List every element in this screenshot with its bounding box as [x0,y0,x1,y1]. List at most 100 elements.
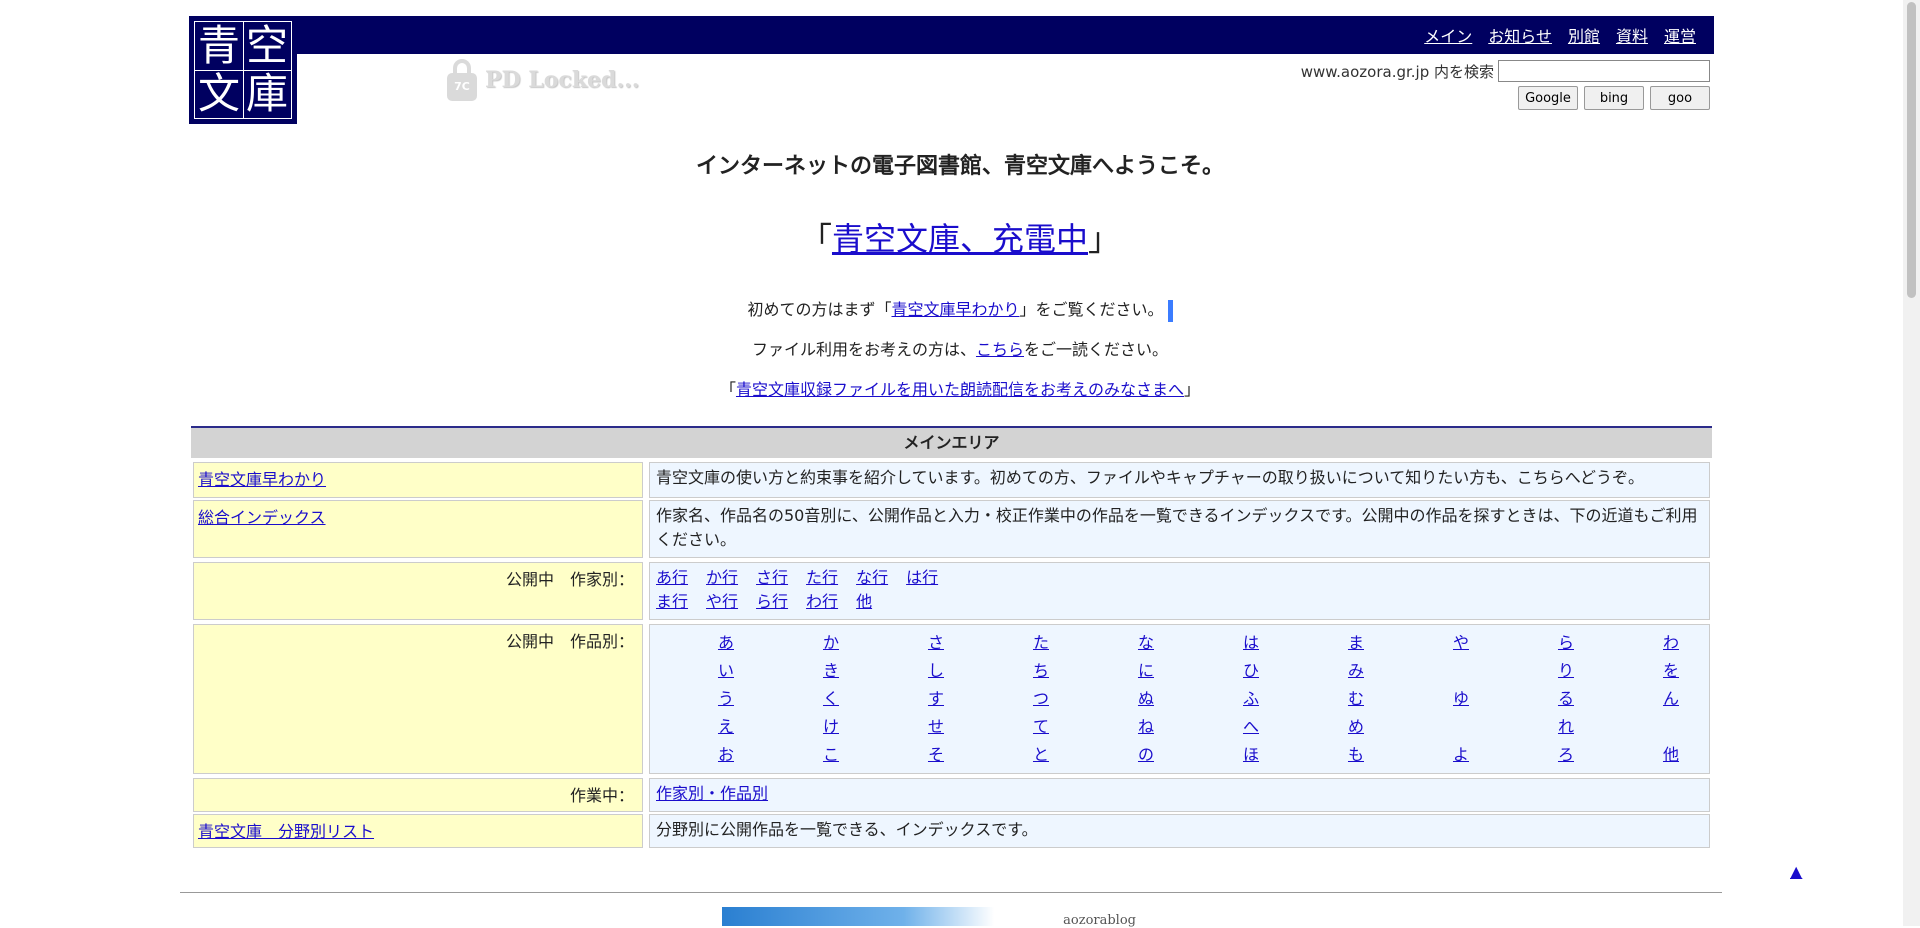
quick-guide-link[interactable]: 青空文庫早わかり [891,300,1019,319]
kana-column: さしすせそ [916,629,956,769]
kana-link[interactable]: ん [1651,685,1691,713]
nav-annex[interactable]: 別館 [1568,23,1600,47]
row-index-desc: 作家名、作品名の50音別に、公開作品と入力・校正作業中の作品を一覧できるインデッ… [649,500,1710,558]
logo-char-ao: 青 [197,21,240,70]
google-search-button[interactable]: Google [1518,86,1578,110]
nav-materials[interactable]: 資料 [1616,23,1648,47]
kana-link[interactable]: お [706,741,746,769]
row-index-link[interactable]: 総合インデックス [198,508,326,527]
kana-link[interactable]: か [811,629,851,657]
kana-link[interactable]: に [1126,657,1166,685]
kana-link[interactable]: ほ [1231,741,1271,769]
main-area-title: メインエリア [191,426,1712,458]
category-list-link[interactable]: 青空文庫 分野別リスト [198,822,374,841]
kana-link[interactable]: ち [1021,657,1061,685]
kana-link[interactable]: ま [1336,629,1376,657]
kana-link[interactable]: ひ [1231,657,1271,685]
author-na-row[interactable]: な行 [856,568,888,587]
author-ka-row[interactable]: か行 [706,568,738,587]
kana-link[interactable]: あ [706,629,746,657]
kana-link[interactable]: え [706,713,746,741]
file-use-link[interactable]: こちら [976,340,1024,359]
author-ma-row[interactable]: ま行 [656,592,688,611]
kana-link[interactable]: れ [1546,713,1586,741]
kana-link[interactable]: わ [1651,629,1691,657]
bing-search-button[interactable]: bing [1584,86,1644,110]
welcome-heading: インターネットの電子図書館、青空文庫へようこそ。 [695,154,1224,179]
kana-link[interactable]: こ [811,741,851,769]
kana-link[interactable]: い [706,657,746,685]
kana-link[interactable]: せ [916,713,956,741]
kana-link[interactable]: て [1021,713,1061,741]
kana-link[interactable]: ね [1126,713,1166,741]
pd-locked-badge: 7C PD Locked... [447,59,639,101]
authors-links: あ行 か行 さ行 た行 な行 は行 ま行 や行 ら行 わ行他 [649,562,1710,620]
intro3-post: 」 [1184,380,1201,399]
logo-char-sora: 空 [245,21,288,70]
category-desc: 分野別に公開作品を一覧できる、インデックスです。 [649,814,1710,848]
kana-link[interactable]: の [1126,741,1166,769]
author-wa-row[interactable]: わ行 [806,592,838,611]
kana-link[interactable]: り [1546,657,1586,685]
top-nav-bar: メイン お知らせ 別館 資料 運営 [297,16,1714,54]
kana-link[interactable]: す [916,685,956,713]
main-row-authors: 公開中 作家別： あ行 か行 さ行 た行 な行 は行 ま行 や行 ら行 わ行他 [191,562,1712,620]
author-sa-row[interactable]: さ行 [756,568,788,587]
works-kana-table: あいうえお かきくけこ さしすせそ たちつてと なにぬねの はひふへほ まみむめも やゆよ らり… [649,624,1710,774]
pd-locked-text: PD Locked... [485,67,640,93]
author-a-row[interactable]: あ行 [656,568,688,587]
kana-link[interactable]: む [1336,685,1376,713]
author-ya-row[interactable]: や行 [706,592,738,611]
kana-link[interactable]: く [811,685,851,713]
page-scrollbar[interactable] [1903,0,1920,926]
kana-link[interactable]: ふ [1231,685,1271,713]
kana-link[interactable]: さ [916,629,956,657]
kana-link[interactable]: し [916,657,956,685]
kana-link[interactable]: 他 [1651,741,1691,769]
kana-column: かきくけこ [811,629,851,769]
kana-empty-cell [1651,713,1691,741]
kana-link[interactable]: そ [916,741,956,769]
goo-search-button[interactable]: goo [1650,86,1710,110]
kana-link[interactable]: み [1336,657,1376,685]
kana-link[interactable]: つ [1021,685,1061,713]
kana-link[interactable]: め [1336,713,1376,741]
kana-column: なにぬねの [1126,629,1166,769]
author-ta-row[interactable]: た行 [806,568,838,587]
search-input[interactable] [1498,60,1710,82]
kana-link[interactable]: け [811,713,851,741]
inprogress-link[interactable]: 作家別・作品別 [656,784,768,803]
charging-link[interactable]: 青空文庫、充電中 [832,220,1088,258]
nav-news[interactable]: お知らせ [1488,23,1552,47]
aozora-logo[interactable]: 青 空 文 庫 [189,16,297,124]
row-quick-guide-link[interactable]: 青空文庫早わかり [198,470,326,489]
kana-link[interactable]: を [1651,657,1691,685]
kana-link[interactable]: ら [1546,629,1586,657]
author-ha-row[interactable]: は行 [906,568,938,587]
kana-link[interactable]: な [1126,629,1166,657]
kana-link[interactable]: う [706,685,746,713]
author-ra-row[interactable]: ら行 [756,592,788,611]
nav-operation[interactable]: 運営 [1664,23,1696,47]
kana-link[interactable]: へ [1231,713,1271,741]
aozorablog-banner[interactable]: aozorablog [722,907,1176,928]
kana-link[interactable]: き [811,657,851,685]
nav-main[interactable]: メイン [1424,23,1472,47]
kana-link[interactable]: や [1441,629,1481,657]
kana-column: わをん他 [1651,629,1691,769]
back-to-top-icon[interactable]: ▲ [1790,862,1802,881]
kana-link[interactable]: も [1336,741,1376,769]
kana-column: はひふへほ [1231,629,1271,769]
kana-link[interactable]: る [1546,685,1586,713]
kana-link[interactable]: と [1021,741,1061,769]
author-other[interactable]: 他 [856,592,872,611]
kana-link[interactable]: は [1231,629,1271,657]
charging-banner: 「青空文庫、充電中」 [0,214,1920,260]
kana-link[interactable]: た [1021,629,1061,657]
reading-broadcast-link[interactable]: 青空文庫収録ファイルを用いた朗読配信をお考えのみなさまへ [736,380,1184,399]
kana-link[interactable]: ぬ [1126,685,1166,713]
scrollbar-thumb[interactable] [1907,2,1916,298]
kana-link[interactable]: ゆ [1441,685,1481,713]
kana-link[interactable]: ろ [1546,741,1586,769]
kana-link[interactable]: よ [1441,741,1481,769]
